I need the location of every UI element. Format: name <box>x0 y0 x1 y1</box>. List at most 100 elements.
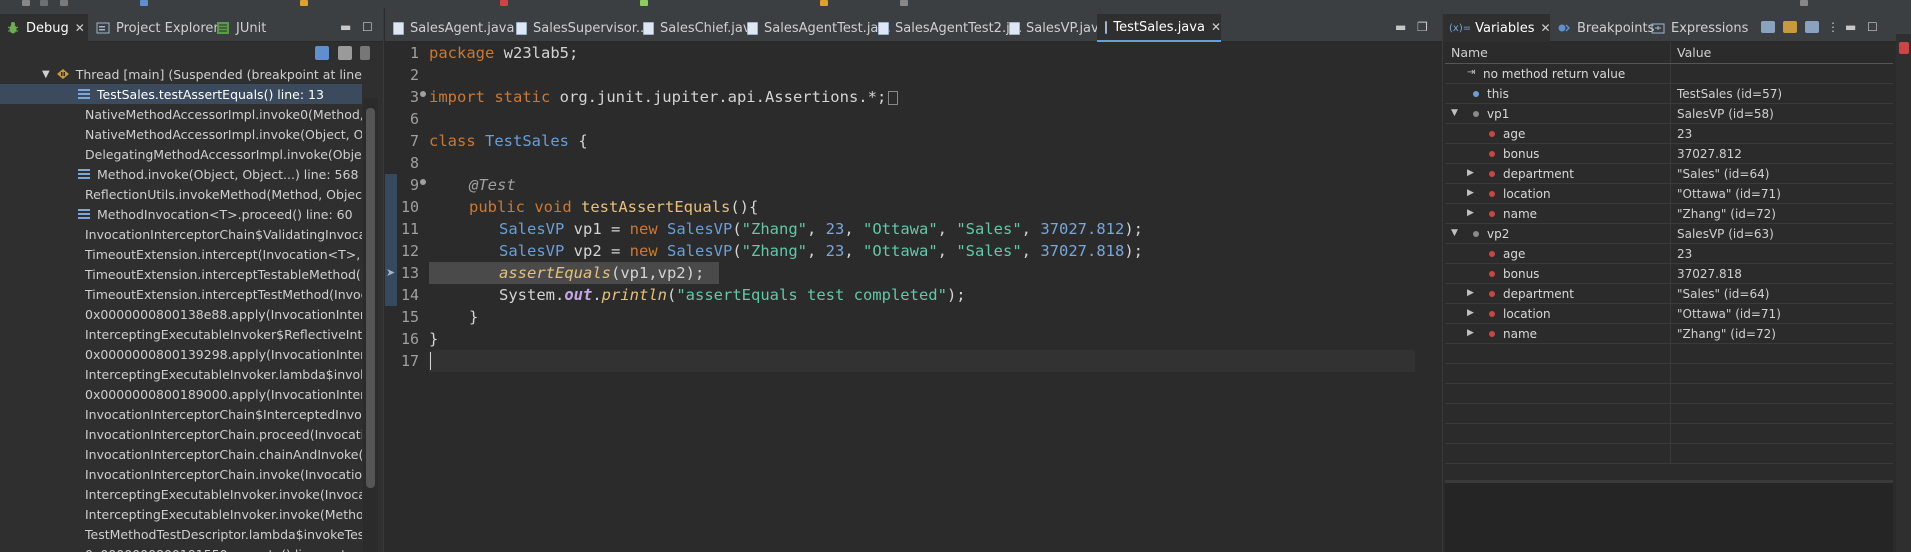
minimize-icon[interactable]: ▬ <box>340 20 351 34</box>
folded-imports-icon[interactable] <box>888 90 899 105</box>
chevron-right-icon[interactable]: ▶ <box>1467 168 1474 178</box>
tab-expressions[interactable]: Expressions <box>1645 14 1748 42</box>
tab-debug[interactable]: Debug ✕ <box>0 14 88 42</box>
tab-project-explorer[interactable]: Project Explorer <box>90 14 219 42</box>
stack-frame[interactable]: InvocationInterceptorChain$InterceptedIn… <box>0 404 362 424</box>
variable-name-cell: ▶ department <box>1445 164 1671 183</box>
stack-frame[interactable]: InterceptingExecutableInvoker.invoke(Inv… <box>0 484 362 504</box>
editor-tab[interactable]: SalesVP.java <box>1001 14 1107 42</box>
variable-row[interactable]: ▶ location "Ottawa" (id=71) <box>1445 184 1893 204</box>
view-menu-icon[interactable] <box>360 46 370 60</box>
thread-label: Thread [main] (Suspended (breakpoint at … <box>75 66 362 82</box>
tab-variables[interactable]: (x)= Variables ✕ <box>1443 14 1551 42</box>
stack-frame[interactable]: TestSales.testAssertEquals() line: 13 <box>0 84 362 104</box>
stack-frame[interactable]: InvocationInterceptorChain.invoke(Invoca… <box>0 464 362 484</box>
chevron-down-icon[interactable]: ▼ <box>1451 228 1458 238</box>
fold-icon[interactable] <box>420 179 426 185</box>
private-field-icon <box>1489 191 1495 197</box>
line-number: 7 <box>409 132 419 150</box>
stack-frame[interactable]: TestMethodTestDescriptor.lambda$invokeTe… <box>0 524 362 544</box>
chevron-right-icon[interactable]: ▶ <box>1467 208 1474 218</box>
variable-row[interactable]: ▼ vp2 SalesVP (id=63) <box>1445 224 1893 244</box>
variable-row[interactable]: this TestSales (id=57) <box>1445 84 1893 104</box>
chevron-right-icon[interactable]: ▶ <box>1467 188 1474 198</box>
chevron-right-icon[interactable]: ▶ <box>1467 308 1474 318</box>
variable-name: age <box>1503 246 1526 261</box>
variable-row[interactable]: ⇥ no method return value <box>1445 64 1893 84</box>
stack-frame[interactable]: InterceptingExecutableInvoker$Reflective… <box>0 324 362 344</box>
show-logical-structure-icon[interactable] <box>1783 21 1797 33</box>
editor-tab[interactable]: TestSales.java ✕ <box>1097 14 1221 42</box>
remove-terminated-icon[interactable] <box>338 46 352 60</box>
variable-row[interactable]: ▼ vp1 SalesVP (id=58) <box>1445 104 1893 124</box>
chevron-down-icon[interactable]: ▼ <box>1451 108 1458 118</box>
maximize-icon[interactable]: ☐ <box>1867 20 1878 34</box>
chevron-right-icon[interactable]: ▶ <box>1467 328 1474 338</box>
line-number: 1 <box>409 44 419 62</box>
variable-row[interactable]: ▶ name "Zhang" (id=72) <box>1445 324 1893 344</box>
column-value-header[interactable]: Value <box>1671 42 1893 63</box>
stack-frame[interactable]: TimeoutExtension.interceptTestMethod(Inv… <box>0 284 362 304</box>
collapse-all-icon[interactable] <box>315 46 329 60</box>
variable-value: TestSales (id=57) <box>1677 87 1783 101</box>
stack-frame[interactable]: TimeoutExtension.intercept(Invocation<T>… <box>0 244 362 264</box>
chevron-down-icon[interactable]: ▼ <box>42 69 50 80</box>
stack-frame[interactable]: InterceptingExecutableInvoker.invoke(Met… <box>0 504 362 524</box>
column-name-header[interactable]: Name <box>1445 42 1671 63</box>
empty-row <box>1445 364 1893 384</box>
close-icon[interactable]: ✕ <box>1541 21 1551 35</box>
variable-row[interactable]: ▶ name "Zhang" (id=72) <box>1445 204 1893 224</box>
maximize-icon[interactable]: ☐ <box>362 20 373 34</box>
stack-frame[interactable]: InvocationInterceptorChain.chainAndInvok… <box>0 444 362 464</box>
variable-value: "Zhang" (id=72) <box>1677 327 1776 341</box>
variable-name: this <box>1487 86 1509 101</box>
code-area[interactable]: package w23lab5; import static org.junit… <box>429 42 1415 552</box>
debug-scrollbar[interactable] <box>363 98 378 552</box>
stack-frame[interactable]: ReflectionUtils.invokeMethod(Method, Obj… <box>0 184 362 204</box>
fold-icon[interactable] <box>420 91 426 97</box>
variable-row[interactable]: ▶ location "Ottawa" (id=71) <box>1445 304 1893 324</box>
stack-frame[interactable]: InvocationInterceptorChain.proceed(Invoc… <box>0 424 362 444</box>
tab-junit[interactable]: JUnit <box>210 14 266 42</box>
junit-icon <box>216 21 230 35</box>
stack-frame[interactable]: DelegatingMethodAccessorImpl.invoke(Obje… <box>0 144 362 164</box>
editor-tab[interactable]: SalesAgentTest.ja... <box>739 14 891 42</box>
stack-frame[interactable]: InterceptingExecutableInvoker.lambda$inv… <box>0 364 362 384</box>
close-icon[interactable]: ✕ <box>75 21 85 35</box>
stack-frame[interactable]: Method.invoke(Object, Object...) line: 5… <box>0 164 362 184</box>
close-icon[interactable]: ✕ <box>1211 20 1221 34</box>
minimize-icon[interactable]: ▬ <box>1845 20 1856 34</box>
minimize-icon[interactable]: ▬ <box>1395 20 1406 34</box>
tab-junit-label: JUnit <box>236 20 267 36</box>
stack-frame[interactable]: NativeMethodAccessorImpl.invoke(Object, … <box>0 124 362 144</box>
variable-value: SalesVP (id=58) <box>1677 107 1774 121</box>
variable-row[interactable]: age 23 <box>1445 244 1893 264</box>
stack-frame[interactable]: MethodInvocation<T>.proceed() line: 60 <box>0 204 362 224</box>
editor-tab[interactable]: SalesAgentTest2.j... <box>870 14 1022 42</box>
line-number: 14 <box>400 286 419 304</box>
chevron-right-icon[interactable]: ▶ <box>1467 288 1474 298</box>
stack-frame[interactable]: 0x0000000800191550.execute() line: not a… <box>0 544 362 552</box>
stack-frame[interactable]: InvocationInterceptorChain$ValidatingInv… <box>0 224 362 244</box>
stack-frame[interactable]: 0x0000000800138e88.apply(InvocationInter… <box>0 304 362 324</box>
variable-row[interactable]: bonus 37027.812 <box>1445 144 1893 164</box>
stack-frame[interactable]: 0x0000000800139298.apply(InvocationInter… <box>0 344 362 364</box>
variable-detail-pane[interactable] <box>1445 480 1893 552</box>
variable-row[interactable]: ▶ department "Sales" (id=64) <box>1445 164 1893 184</box>
minimized-view-icon[interactable] <box>1899 42 1909 54</box>
editor-tab[interactable]: SalesAgent.java <box>385 14 514 42</box>
variable-row[interactable]: ▶ department "Sales" (id=64) <box>1445 284 1893 304</box>
collapse-all-icon[interactable] <box>1805 21 1819 33</box>
editor-tab[interactable]: SalesSupervisor.... <box>508 14 652 42</box>
stack-frame[interactable]: NativeMethodAccessorImpl.invoke0(Method,… <box>0 104 362 124</box>
variable-row[interactable]: bonus 37027.818 <box>1445 264 1893 284</box>
variable-row[interactable]: age 23 <box>1445 124 1893 144</box>
stack-frame[interactable]: TimeoutExtension.interceptTestableMethod… <box>0 264 362 284</box>
view-menu-icon[interactable]: ⋮ <box>1827 20 1839 34</box>
line-number: 2 <box>409 66 419 84</box>
tab-breakpoints[interactable]: Breakpoints <box>1551 14 1654 42</box>
show-type-names-icon[interactable] <box>1761 21 1775 33</box>
stack-frame[interactable]: 0x0000000800189000.apply(InvocationInter… <box>0 384 362 404</box>
thread-main[interactable]: ▼ Thread [main] (Suspended (breakpoint a… <box>0 64 362 84</box>
restore-icon[interactable]: ❐ <box>1417 20 1428 34</box>
